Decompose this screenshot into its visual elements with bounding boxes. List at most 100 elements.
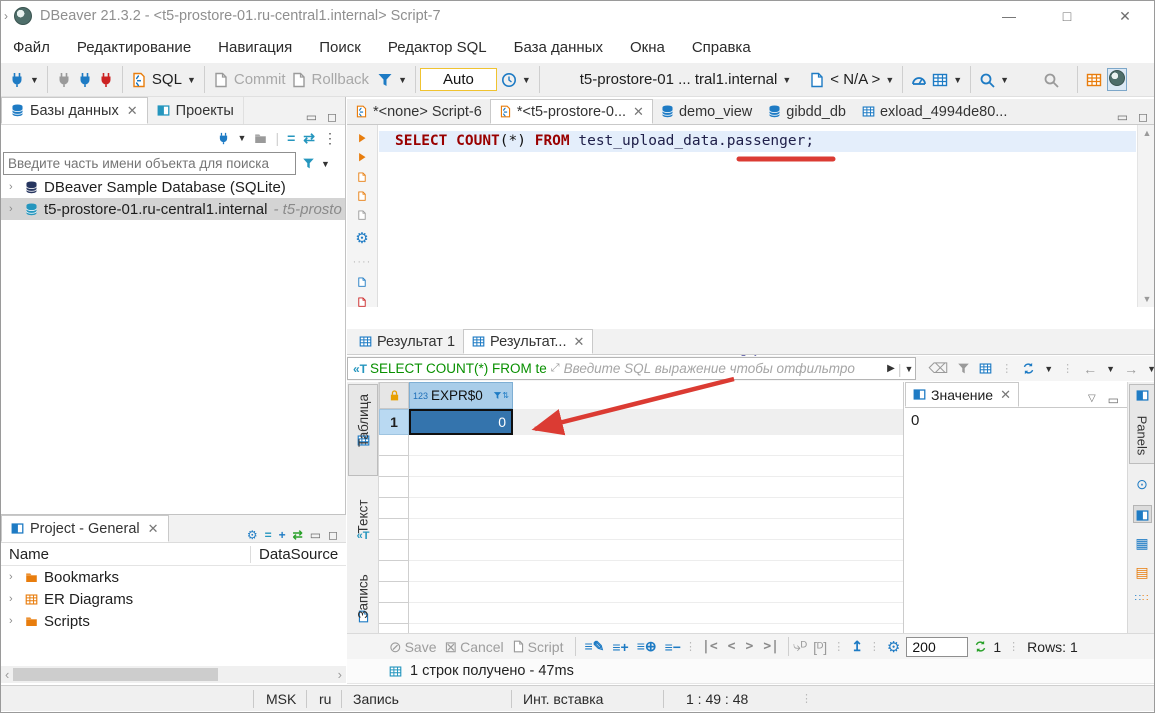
quick-search-dropdown[interactable]: ▼: [1000, 75, 1009, 85]
connect-icon[interactable]: [56, 72, 72, 88]
tab-result-2[interactable]: Результат... ✕: [463, 329, 593, 354]
tab-databases-close-icon[interactable]: ✕: [127, 103, 138, 119]
menu-sql-editor[interactable]: Редактор SQL: [388, 39, 487, 56]
rollback-label[interactable]: Rollback: [312, 71, 370, 88]
tab-project-close-icon[interactable]: ✕: [148, 521, 159, 537]
expand-chevron-icon[interactable]: ›: [9, 203, 19, 215]
execute-new-tab-icon[interactable]: [354, 152, 370, 162]
presentation-tab-text[interactable]: Текст «T: [348, 490, 378, 560]
execute-script-new-tab-icon[interactable]: [354, 191, 370, 201]
row-header-corner[interactable]: [379, 382, 409, 409]
row-number-cell[interactable]: 1: [379, 409, 409, 435]
presentation-tab-record[interactable]: Запись: [348, 570, 378, 642]
column-name[interactable]: Name: [1, 546, 251, 563]
project-item-bookmarks[interactable]: › Bookmarks: [1, 566, 346, 588]
expand-chevron-icon[interactable]: ›: [9, 571, 19, 583]
value-panel-minimize-icon[interactable]: ▭: [1108, 393, 1119, 407]
expand-chevron-icon[interactable]: ›: [9, 615, 19, 627]
tab-projects[interactable]: Проекты: [148, 97, 244, 124]
nav-forward-dropdown[interactable]: ▼: [1147, 364, 1155, 374]
menu-help[interactable]: Справка: [692, 39, 751, 56]
tab-databases[interactable]: Базы данных ✕: [1, 97, 148, 124]
expand-chevron-icon[interactable]: ›: [9, 181, 19, 193]
tree-item-t5-prostore[interactable]: › t5-prostore-01.ru-central1.internal - …: [1, 198, 345, 220]
explain-plan-icon[interactable]: [354, 210, 370, 220]
column-datasource[interactable]: DataSource: [251, 546, 338, 563]
disconnect-icon[interactable]: [98, 72, 114, 88]
transaction-log-dropdown[interactable]: ▼: [522, 75, 531, 85]
add-row-icon[interactable]: ≡+: [612, 639, 628, 655]
tab-demo-view[interactable]: demo_view: [653, 99, 760, 124]
metadata-panel-icon[interactable]: ⊙: [1136, 476, 1148, 493]
calc-panel-icon[interactable]: ▦: [1135, 535, 1148, 552]
view-menu-icon[interactable]: ⋮: [323, 130, 337, 147]
value-content[interactable]: 0: [905, 408, 1127, 433]
clear-filter-icon[interactable]: ⌫: [928, 360, 948, 377]
object-search-input[interactable]: [3, 152, 296, 175]
reconnect-icon[interactable]: [77, 72, 93, 88]
network-profile-icon[interactable]: [932, 72, 948, 88]
tab-value-close-icon[interactable]: ✕: [1000, 387, 1011, 403]
commit-label[interactable]: Commit: [234, 71, 286, 88]
editor-maximize-icon[interactable]: ◻: [1138, 110, 1148, 124]
fetch-size-input[interactable]: [906, 637, 968, 657]
tab-script-6[interactable]: *<none> Script-6: [347, 99, 490, 124]
panel-maximize-icon[interactable]: ◻: [327, 110, 337, 124]
sql-editor-icon[interactable]: [131, 72, 147, 88]
insert-mode-indicator[interactable]: Инт. вставка: [523, 686, 603, 711]
new-connection-dropdown[interactable]: ▼: [30, 75, 39, 85]
project-minimize-icon[interactable]: ▭: [310, 528, 321, 542]
cancel-button[interactable]: Cancel: [460, 639, 504, 655]
project-item-er-diagrams[interactable]: › ER Diagrams: [1, 588, 346, 610]
refresh-results-icon[interactable]: [1022, 362, 1035, 375]
perspective-icon[interactable]: [1086, 72, 1102, 88]
menu-window[interactable]: Окна: [630, 39, 665, 56]
edit-cell-icon[interactable]: ≡✎: [584, 638, 604, 655]
panels-tab[interactable]: Panels: [1129, 384, 1155, 464]
sql-editor[interactable]: ⚙ ···· SELECT COUNT(*) FROM test_upload_…: [347, 125, 1155, 307]
editor-minimize-icon[interactable]: ▭: [1117, 110, 1128, 124]
project-link-editor-icon[interactable]: ⇄: [293, 528, 303, 542]
tab-gibdd-db[interactable]: gibdd_db: [760, 99, 854, 124]
editor-vertical-scrollbar[interactable]: ▲ ▼: [1137, 125, 1155, 307]
column-sort-icon[interactable]: ⇅: [502, 391, 509, 400]
menu-database[interactable]: База данных: [514, 39, 603, 56]
menu-edit[interactable]: Редактирование: [77, 39, 191, 56]
duplicate-row-icon[interactable]: ≡⊕: [637, 638, 657, 655]
last-row-icon[interactable]: >|: [763, 639, 779, 654]
connection-selector[interactable]: t5-prostore-01 ... tral1.internal: [580, 71, 778, 88]
presentation-tab-grid[interactable]: Таблица: [348, 384, 378, 476]
dashboard-icon[interactable]: [911, 72, 927, 88]
result-grid[interactable]: 123 EXPR$0 ⇅ 1 0: [379, 382, 904, 633]
transaction-log-icon[interactable]: [501, 72, 517, 88]
sql-code-line[interactable]: SELECT COUNT(*) FROM test_upload_data.pa…: [395, 133, 814, 149]
script-button[interactable]: Script: [528, 639, 564, 655]
value-panel-menu-icon[interactable]: ▽: [1088, 393, 1096, 407]
script-icon[interactable]: [512, 640, 525, 653]
transaction-mode-dropdown[interactable]: ▼: [398, 75, 407, 85]
filter-settings-icon[interactable]: [957, 362, 970, 375]
scroll-up-icon[interactable]: ▲: [1138, 125, 1155, 138]
network-profile-dropdown[interactable]: ▼: [953, 75, 962, 85]
nav-back-icon[interactable]: ←: [1083, 361, 1097, 377]
nav-forward-icon[interactable]: →: [1124, 361, 1138, 377]
references-panel-icon[interactable]: ∷∷: [1135, 593, 1150, 604]
connection-selector-dropdown[interactable]: ▼: [782, 75, 791, 85]
value-viewer-toggle-icon[interactable]: [1133, 505, 1152, 523]
scroll-down-icon[interactable]: ▼: [1138, 294, 1155, 304]
grid-settings-icon[interactable]: [979, 362, 992, 375]
next-row-icon[interactable]: >: [745, 639, 753, 654]
new-folder-icon[interactable]: [254, 132, 267, 145]
transaction-mode-icon[interactable]: [377, 72, 393, 88]
fetch-page-icon[interactable]: ⤷ᴰ: [793, 638, 807, 655]
auto-commit-button[interactable]: Auto: [420, 68, 497, 91]
scrollbar-thumb[interactable]: [13, 668, 218, 681]
column-filter-icon[interactable]: [493, 391, 502, 400]
filter-objects-dropdown[interactable]: ▼: [321, 159, 330, 169]
previous-row-icon[interactable]: <: [728, 639, 736, 654]
edit-mode-indicator[interactable]: Запись: [353, 686, 399, 711]
sql-editor-label[interactable]: SQL: [152, 71, 182, 88]
dbeaver-perspective-button[interactable]: [1107, 68, 1127, 91]
search-icon[interactable]: [1043, 72, 1059, 88]
expand-filter-icon[interactable]: ⤢: [551, 362, 560, 375]
